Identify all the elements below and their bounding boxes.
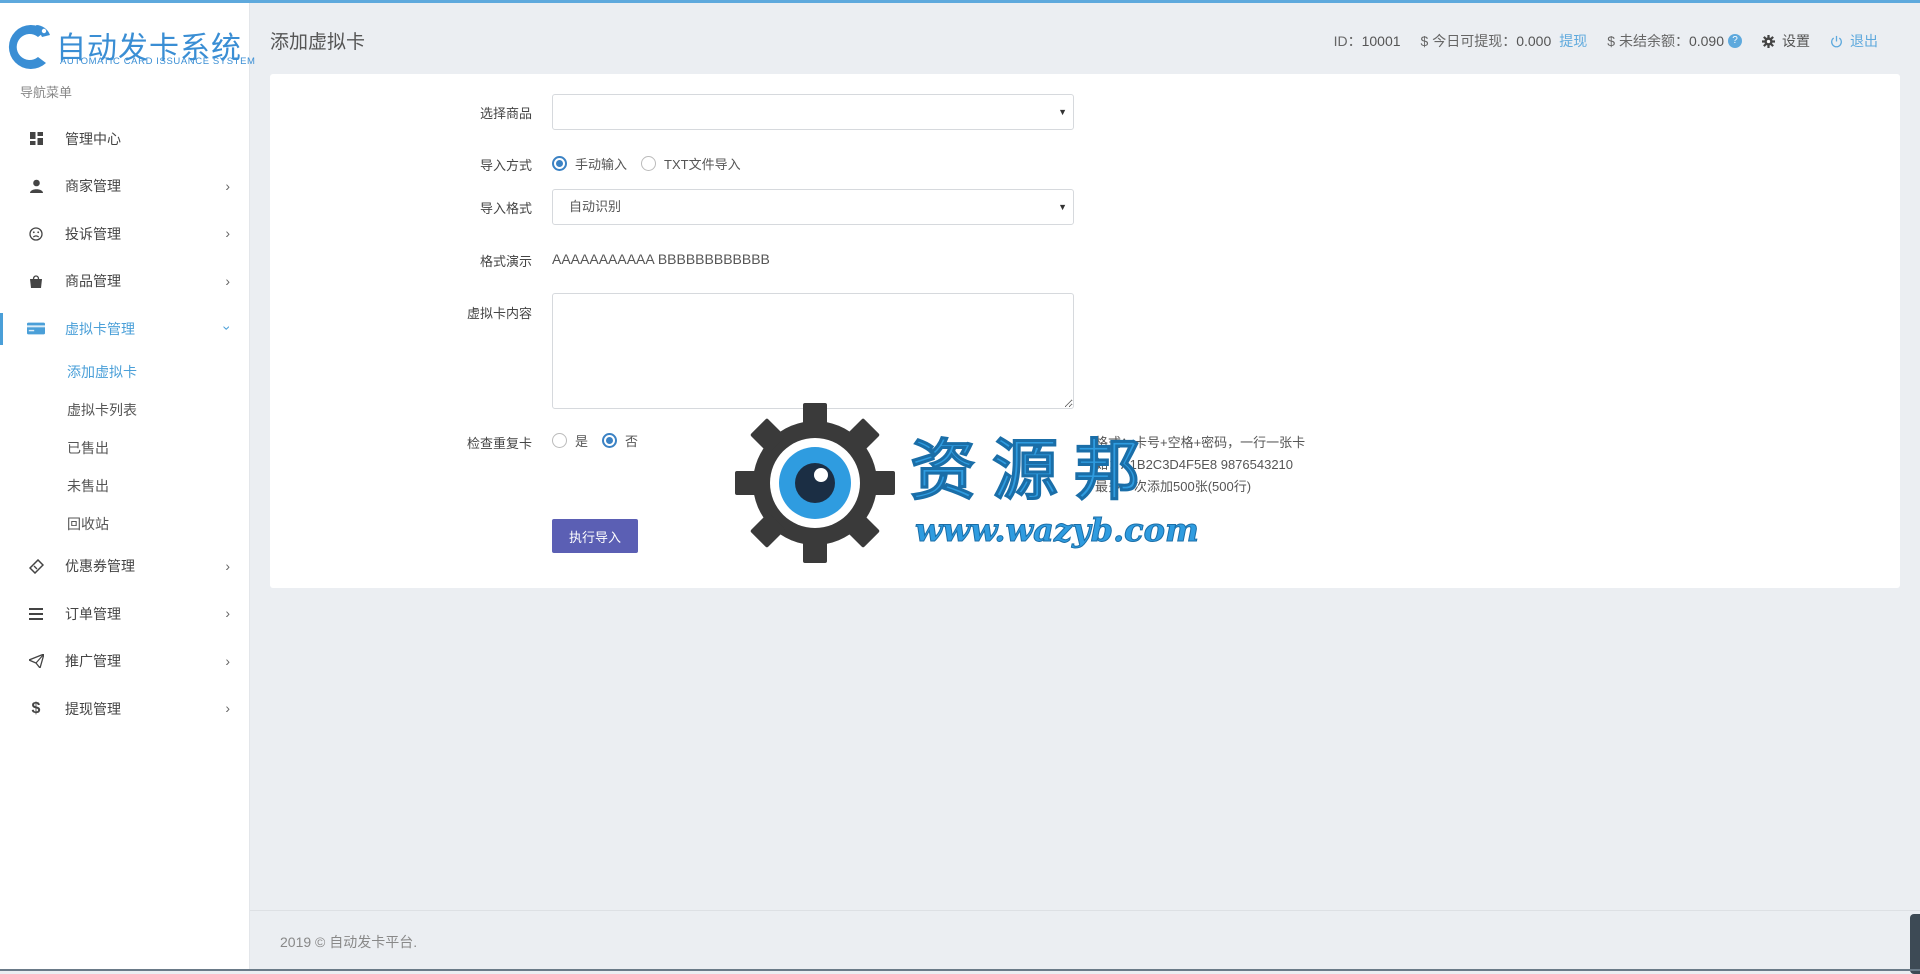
import-method-radios: 手动输入 TXT文件导入: [552, 154, 755, 173]
virtual-card-submenu: 添加虚拟卡 虚拟卡列表 已售出 未售出 回收站: [0, 353, 250, 543]
header: 添加虚拟卡 ID： 10001 $ 今日可提现： 0.000 提现 $ 未结余额…: [250, 3, 1920, 73]
settings-link[interactable]: 设置: [1762, 31, 1810, 51]
check-duplicate-label: 检查重复卡: [466, 436, 532, 451]
dashboard-icon: [27, 130, 45, 148]
check-no-label[interactable]: 否: [625, 431, 638, 450]
user-icon: [27, 177, 45, 195]
sidebar-item-label: 推广管理: [65, 653, 121, 670]
sidebar-item-complaints[interactable]: 投诉管理 ›: [0, 210, 250, 258]
sidebar-item-label: 提现管理: [65, 700, 121, 717]
id-label: ID：: [1333, 33, 1362, 49]
submenu-item-recycle-bin[interactable]: 回收站: [0, 505, 250, 543]
product-select[interactable]: ▼: [552, 94, 1074, 130]
logout-link[interactable]: 退出: [1830, 31, 1878, 51]
settings-label: 设置: [1782, 33, 1810, 49]
watermark-gear-icon: [735, 403, 895, 563]
sidebar-item-withdrawals[interactable]: $ 提现管理 ›: [0, 685, 250, 733]
import-method-label: 导入方式: [479, 158, 532, 173]
logo-subtitle: AUTOMATIC CARD ISSUANCE SYSTEM: [60, 56, 256, 67]
list-icon: [27, 605, 45, 623]
sidebar-item-label: 订单管理: [65, 605, 121, 622]
sidebar-item-orders[interactable]: 订单管理 ›: [0, 590, 250, 638]
dollar-icon: $: [31, 699, 41, 717]
check-duplicate-radios: 是 否: [552, 431, 652, 450]
product-label: 选择商品: [479, 106, 532, 121]
nav-heading: 导航菜单: [20, 85, 73, 100]
footer: 2019 © 自动发卡平台.: [250, 910, 1920, 974]
footer-copyright: 2019 © 自动发卡平台.: [280, 934, 418, 950]
power-icon: [1831, 35, 1842, 47]
sidebar-item-label: 投诉管理: [65, 225, 121, 242]
sidebar-menu: 管理中心 商家管理 › 投诉管理 › 商品管理 › 虚拟卡管理 › 添加虚拟卡 …: [0, 115, 250, 733]
today-withdrawable: $ 今日可提现： 0.000 提现: [1421, 31, 1588, 51]
chevron-right-icon: ›: [225, 272, 230, 289]
sidebar-item-label: 商家管理: [65, 178, 121, 195]
shopping-bag-icon: [27, 272, 45, 290]
caret-down-icon: ▼: [1058, 202, 1067, 212]
sidebar: 自动发卡系统 AUTOMATIC CARD ISSUANCE SYSTEM 导航…: [0, 3, 255, 971]
balance-value: 0.090: [1688, 33, 1724, 49]
merchant-id: ID： 10001: [1334, 31, 1401, 51]
sidebar-item-label: 商品管理: [65, 273, 121, 290]
today-value: 0.000: [1516, 33, 1552, 49]
check-yes-label[interactable]: 是: [575, 431, 588, 450]
chevron-right-icon: ›: [225, 177, 230, 194]
card-content-label: 虚拟卡内容: [466, 306, 532, 321]
help-icon[interactable]: ?: [1728, 34, 1742, 48]
sidebar-item-coupons[interactable]: 优惠券管理 ›: [0, 543, 250, 591]
submenu-item-sold[interactable]: 已售出: [0, 429, 250, 467]
sidebar-item-dashboard[interactable]: 管理中心: [0, 115, 250, 163]
chevron-down-icon: ›: [219, 325, 236, 331]
frown-icon: [27, 225, 45, 243]
header-stats: ID： 10001 $ 今日可提现： 0.000 提现 $ 未结余额： 0.09…: [1314, 31, 1878, 51]
today-label: $ 今日可提现：: [1420, 33, 1517, 49]
sidebar-item-label: 管理中心: [65, 130, 121, 147]
gear-icon: [1762, 34, 1775, 48]
format-demo-text: AAAAAAAAAAA BBBBBBBBBBBB: [552, 251, 770, 267]
balance-label: $ 未结余额：: [1607, 33, 1689, 49]
submenu-item-add-card[interactable]: 添加虚拟卡: [0, 353, 250, 391]
method-txt-label[interactable]: TXT文件导入: [664, 154, 741, 173]
paper-plane-icon: [27, 652, 45, 670]
sidebar-item-products[interactable]: 商品管理 ›: [0, 258, 250, 306]
chevron-right-icon: ›: [225, 652, 230, 669]
method-manual-radio[interactable]: [552, 156, 567, 171]
submenu-item-unsold[interactable]: 未售出: [0, 467, 250, 505]
submenu-item-card-list[interactable]: 虚拟卡列表: [0, 391, 250, 429]
page-title: 添加虚拟卡: [270, 32, 366, 53]
watermark-url: www.wazyb.com: [915, 511, 1200, 550]
import-format-select[interactable]: 自动识别 ▼: [552, 189, 1074, 225]
logo[interactable]: 自动发卡系统 AUTOMATIC CARD ISSUANCE SYSTEM: [0, 19, 255, 75]
sidebar-item-merchants[interactable]: 商家管理 ›: [0, 163, 250, 211]
check-no-radio[interactable]: [602, 433, 618, 448]
sidebar-item-label: 虚拟卡管理: [65, 320, 135, 337]
chevron-right-icon: ›: [225, 225, 230, 241]
logout-label: 退出: [1850, 33, 1878, 49]
chevron-right-icon: ›: [225, 605, 230, 621]
check-yes-radio[interactable]: [552, 433, 567, 448]
sidebar-item-virtual-cards[interactable]: 虚拟卡管理 ›: [0, 305, 250, 353]
sidebar-item-label: 优惠券管理: [65, 558, 135, 575]
format-demo-label: 格式演示: [479, 254, 532, 269]
caret-down-icon: ▼: [1058, 107, 1067, 117]
ticket-icon: [27, 557, 45, 575]
sidebar-item-promotion[interactable]: 推广管理 ›: [0, 638, 250, 686]
card-content-textarea[interactable]: [552, 293, 1074, 409]
chevron-right-icon: ›: [225, 557, 230, 574]
method-manual-label[interactable]: 手动输入: [575, 154, 627, 173]
import-format-label: 导入格式: [479, 201, 532, 216]
side-scroll-handle[interactable]: [1910, 914, 1920, 974]
execute-import-button[interactable]: 执行导入: [552, 519, 638, 553]
watermark: 资源邦 www.wazyb.com: [735, 403, 1205, 568]
logo-icon: [8, 25, 50, 69]
id-value: 10001: [1361, 33, 1401, 49]
withdraw-link[interactable]: 提现: [1559, 31, 1587, 51]
credit-card-icon: [27, 320, 45, 338]
unsettled-balance: $ 未结余额： 0.090 ?: [1607, 31, 1742, 51]
chevron-right-icon: ›: [225, 700, 230, 716]
import-format-value: 自动识别: [569, 199, 622, 214]
method-txt-radio[interactable]: [641, 156, 657, 171]
watermark-text: 资源邦: [910, 431, 1156, 510]
